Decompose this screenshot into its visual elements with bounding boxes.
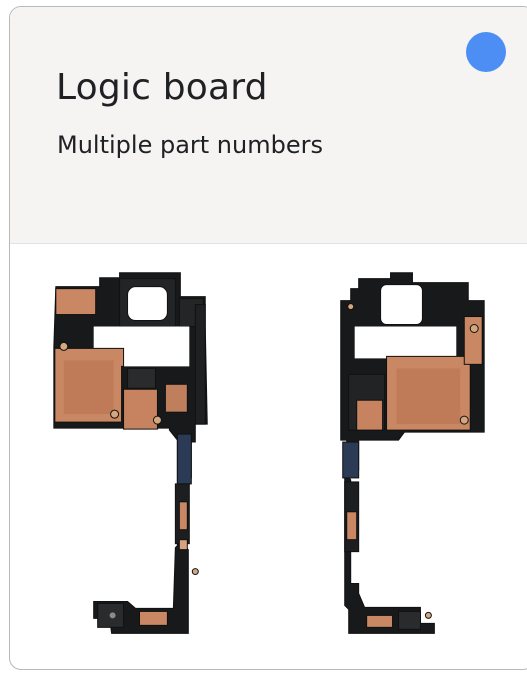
card-title: Logic board [56, 67, 268, 108]
logic-board-card[interactable]: Logic board Multiple part numbers [9, 6, 527, 670]
card-subtitle: Multiple part numbers [57, 131, 323, 159]
logic-board-image [53, 272, 485, 634]
status-dot-icon [466, 32, 506, 72]
logic-board-front [53, 272, 208, 634]
logic-board-back [340, 272, 485, 634]
card-header: Logic board Multiple part numbers [10, 7, 527, 244]
